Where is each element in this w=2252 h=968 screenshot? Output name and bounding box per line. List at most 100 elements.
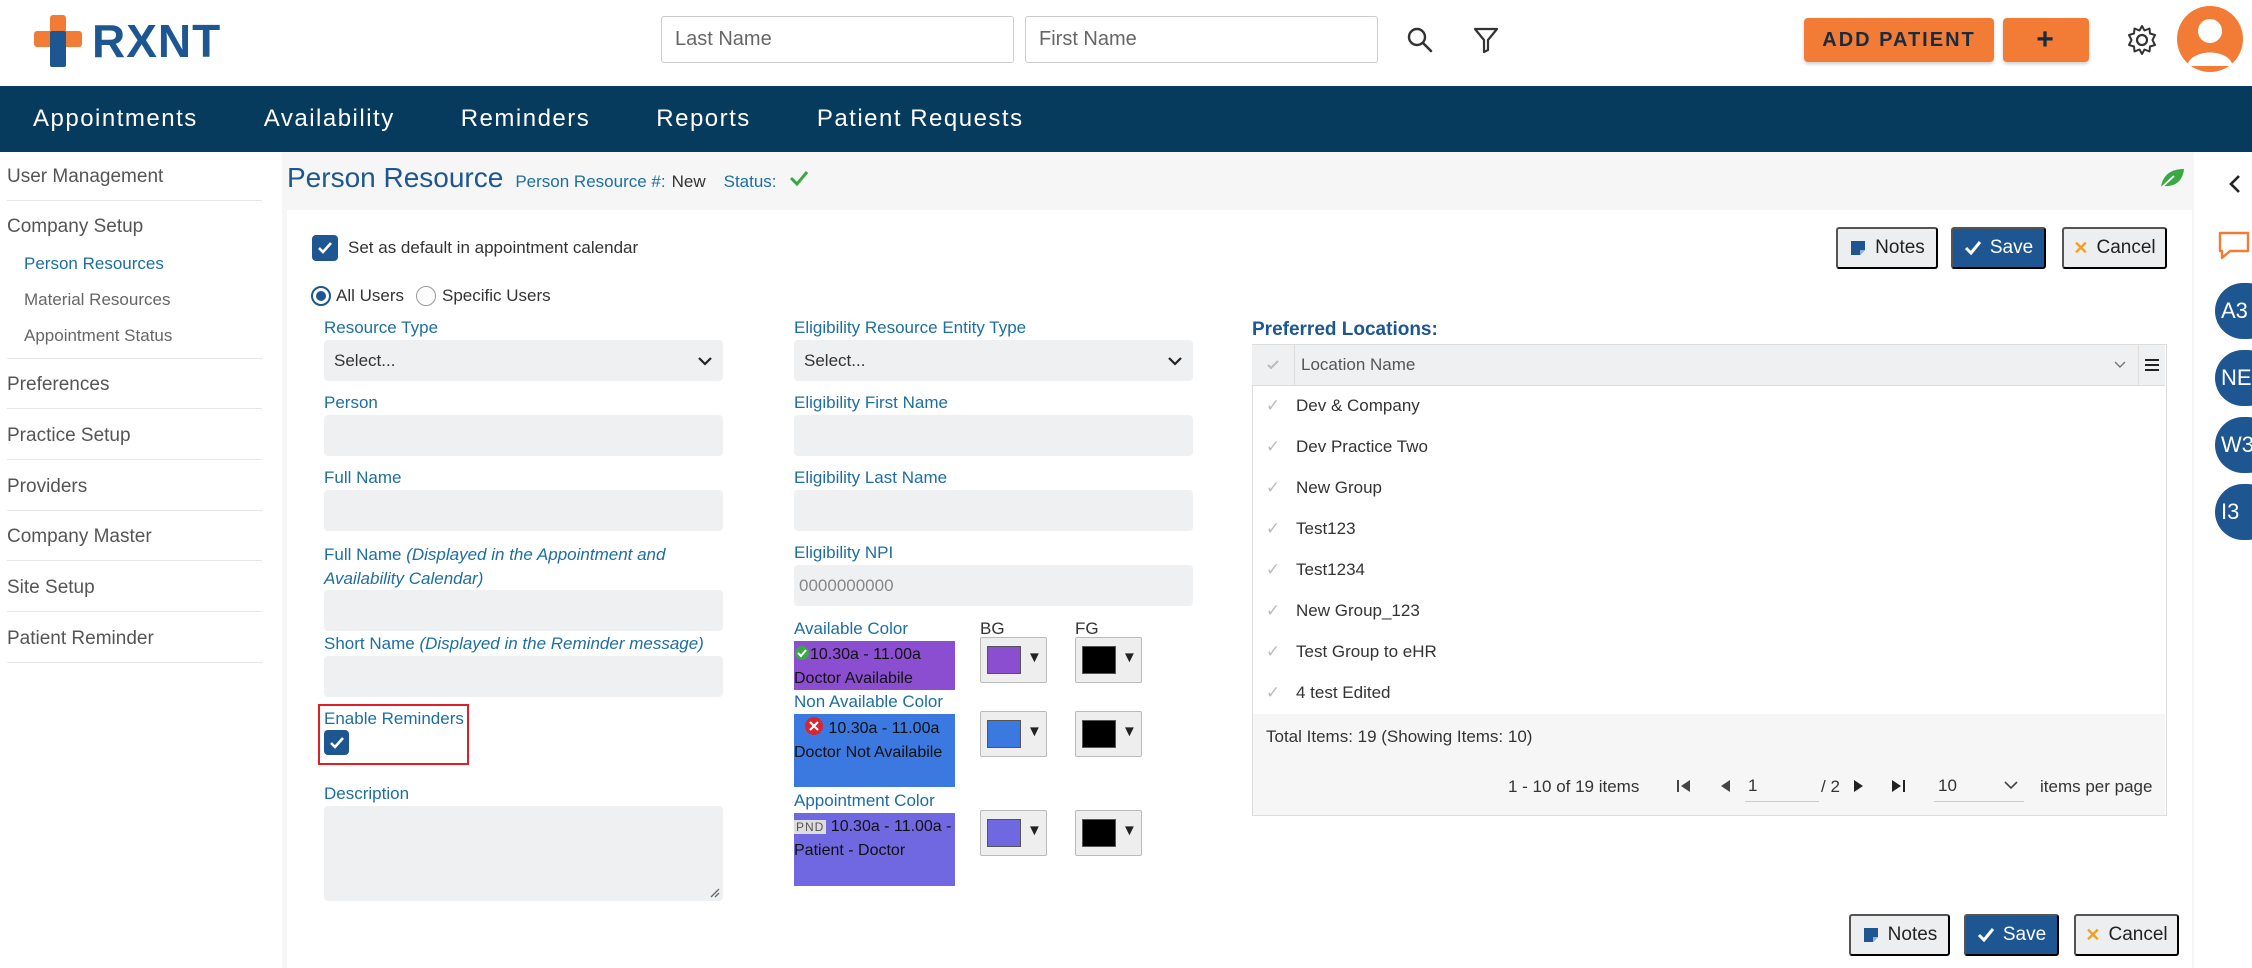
full-name-field[interactable]: [324, 490, 723, 531]
sort-chevron-icon[interactable]: [2114, 361, 2126, 369]
page-title: Person Resource: [287, 162, 504, 193]
chat-icon[interactable]: [2216, 230, 2252, 262]
next-page-icon[interactable]: [1852, 778, 1866, 794]
cancel-button-bottom[interactable]: ✕ Cancel: [2074, 914, 2179, 956]
notes-button-bottom[interactable]: Notes: [1849, 914, 1950, 956]
appointment-bg-picker[interactable]: ▼: [980, 810, 1047, 856]
prev-page-icon[interactable]: [1718, 778, 1732, 794]
full-name-display-field[interactable]: [324, 590, 723, 631]
cancel-button-top[interactable]: ✕ Cancel: [2062, 227, 2167, 269]
total-items-text: Total Items: 19 (Showing Items: 10): [1266, 727, 1533, 746]
row-check-icon[interactable]: ✓: [1252, 519, 1294, 539]
nav-appointments[interactable]: Appointments: [33, 105, 198, 133]
person-field[interactable]: [324, 415, 723, 456]
location-row[interactable]: ✓ New Group: [1252, 467, 2165, 508]
elig-npi-field[interactable]: 0000000000: [794, 565, 1193, 606]
location-row[interactable]: ✓ Test1234: [1252, 549, 2165, 590]
per-page-value: 10: [1938, 775, 1957, 795]
notes-button-top[interactable]: Notes: [1836, 227, 1938, 269]
elig-entity-type-select[interactable]: Select...: [794, 340, 1193, 381]
cancel-label: Cancel: [2096, 237, 2156, 258]
sidebar-item-company-setup[interactable]: Company Setup: [7, 216, 143, 238]
location-row[interactable]: ✓ Dev Practice Two: [1252, 426, 2165, 467]
sidebar-item-user-management[interactable]: User Management: [7, 166, 163, 188]
sidebar-item-company-master[interactable]: Company Master: [7, 526, 152, 548]
location-name-header[interactable]: Location Name: [1295, 355, 2114, 375]
save-button-bottom[interactable]: Save: [1964, 914, 2059, 956]
gear-icon[interactable]: [2124, 22, 2160, 58]
chevron-left-icon[interactable]: [2228, 174, 2242, 194]
row-check-icon[interactable]: ✓: [1252, 683, 1294, 703]
first-name-input[interactable]: [1025, 16, 1378, 63]
row-check-icon[interactable]: ✓: [1252, 642, 1294, 662]
sidebar-item-providers[interactable]: Providers: [7, 476, 87, 498]
right-rail: [2194, 152, 2252, 968]
location-name: Test Group to eHR: [1296, 641, 1437, 661]
user-avatar[interactable]: [2177, 6, 2243, 72]
status-check-icon: [789, 171, 808, 187]
rxnt-cross-icon: [34, 15, 82, 67]
add-patient-button[interactable]: ADD PATIENT: [1804, 18, 1994, 62]
logo-text: RXNT: [92, 15, 222, 67]
per-page-select[interactable]: 10: [1934, 770, 2024, 802]
last-name-input[interactable]: [661, 16, 1014, 63]
location-row[interactable]: ✓ Dev & Company: [1252, 385, 2165, 426]
row-check-icon[interactable]: ✓: [1252, 437, 1294, 457]
location-row[interactable]: ✓ Test Group to eHR: [1252, 631, 2165, 672]
sidebar-item-practice-setup[interactable]: Practice Setup: [7, 425, 131, 447]
row-check-icon[interactable]: ✓: [1252, 478, 1294, 498]
column-menu-icon[interactable]: [2144, 358, 2160, 372]
short-name-label: Short Name (Displayed in the Reminder me…: [324, 634, 704, 654]
description-textarea[interactable]: [324, 806, 723, 901]
short-name-field[interactable]: [324, 656, 723, 697]
all-users-radio[interactable]: [311, 286, 331, 306]
non-available-fg-picker[interactable]: ▼: [1075, 711, 1142, 757]
row-check-icon[interactable]: ✓: [1252, 601, 1294, 621]
sidebar-sub-appointment-status[interactable]: Appointment Status: [24, 326, 172, 346]
save-button-top[interactable]: Save: [1951, 227, 2046, 269]
location-name: Dev Practice Two: [1296, 436, 1428, 456]
sidebar-sub-material-resources[interactable]: Material Resources: [24, 290, 170, 310]
nav-patient-requests[interactable]: Patient Requests: [817, 105, 1024, 133]
location-row[interactable]: ✓ 4 test Edited: [1252, 672, 2165, 713]
nav-reports[interactable]: Reports: [656, 105, 751, 133]
available-bg-picker[interactable]: ▼: [980, 637, 1047, 683]
default-calendar-checkbox[interactable]: [312, 235, 338, 261]
description-label: Description: [324, 784, 410, 803]
appointment-fg-picker[interactable]: ▼: [1075, 810, 1142, 856]
status-label: Status:: [723, 172, 777, 191]
sidebar-divider: [7, 510, 262, 511]
enable-reminders-checkbox[interactable]: [324, 730, 349, 755]
nav-availability[interactable]: Availability: [264, 105, 395, 133]
last-page-icon[interactable]: [1890, 778, 1906, 794]
add-plus-button[interactable]: +: [2003, 18, 2089, 62]
sidebar-item-site-setup[interactable]: Site Setup: [7, 577, 95, 599]
row-check-icon[interactable]: ✓: [1252, 396, 1294, 416]
elig-first-name-field[interactable]: [794, 415, 1193, 456]
note-icon: [1851, 241, 1866, 255]
resource-type-select[interactable]: Select...: [324, 340, 723, 381]
full-name-display-label-text: Full Name: [324, 545, 402, 564]
bg-label: BG: [980, 619, 1005, 638]
rxnt-logo[interactable]: RXNT: [34, 14, 221, 68]
specific-users-radio[interactable]: [416, 286, 436, 306]
check-icon: [329, 736, 344, 749]
non-available-bg-swatch: [987, 720, 1021, 748]
location-name: 4 test Edited: [1296, 682, 1391, 702]
available-fg-picker[interactable]: ▼: [1075, 637, 1142, 683]
nav-reminders[interactable]: Reminders: [461, 105, 591, 133]
select-all-check[interactable]: [1252, 359, 1294, 371]
sidebar-item-preferences[interactable]: Preferences: [7, 374, 109, 396]
non-available-bg-picker[interactable]: ▼: [980, 711, 1047, 757]
location-row[interactable]: ✓ Test123: [1252, 508, 2165, 549]
elig-last-name-field[interactable]: [794, 490, 1193, 531]
row-check-icon[interactable]: ✓: [1252, 560, 1294, 580]
location-row[interactable]: ✓ New Group_123: [1252, 590, 2165, 631]
page-number-input[interactable]: 1: [1745, 770, 1819, 802]
search-icon[interactable]: [1402, 22, 1438, 58]
sidebar-item-patient-reminder[interactable]: Patient Reminder: [7, 628, 154, 650]
filter-icon[interactable]: [1468, 22, 1504, 58]
rail-avatar-initials: NE: [2221, 365, 2252, 390]
first-page-icon[interactable]: [1676, 778, 1692, 794]
sidebar-sub-person-resources[interactable]: Person Resources: [24, 254, 164, 274]
